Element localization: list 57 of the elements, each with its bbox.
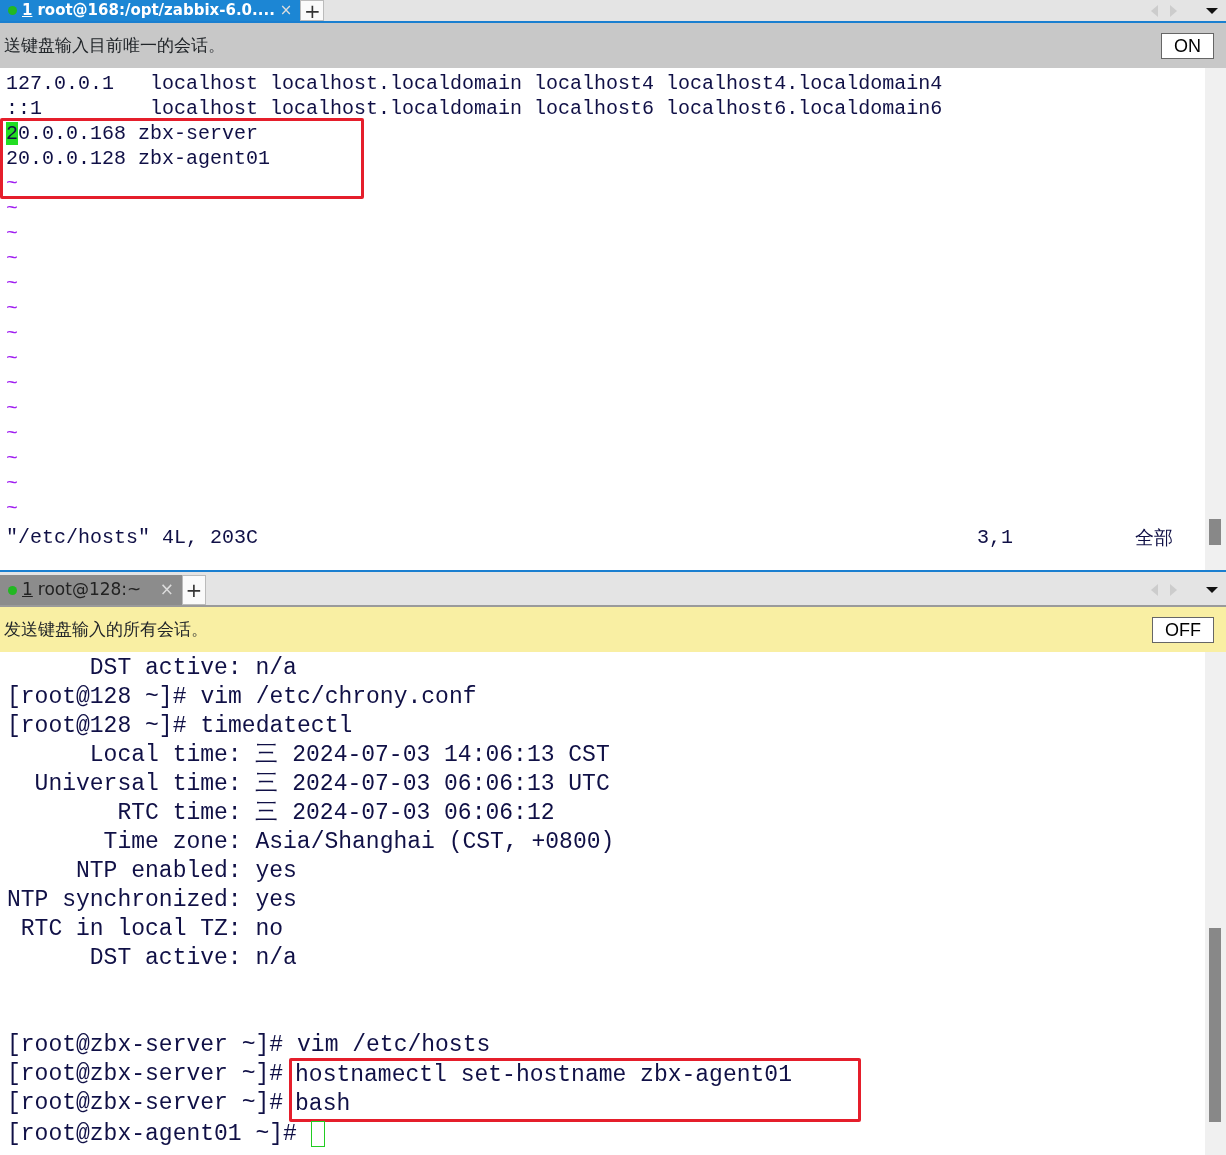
command-text: hostnamectl set-hostname zbx-agent01 <box>295 1062 792 1088</box>
file-line: ::1 localhost localhost.localdomain localhost6 localhost6.localdomain6 <box>6 97 943 120</box>
tilde-marker: ~ <box>6 197 18 220</box>
shell-prompt: [root@zbx-agent01 ~]# <box>7 1121 297 1147</box>
output-line: RTC time: 三 2024-07-03 06:06:12 <box>116 800 555 826</box>
file-line: 127.0.0.1 localhost localhost.localdomain localhost4 localhost4.localdomain4 <box>6 72 943 95</box>
tilde-marker: ~ <box>6 247 18 270</box>
broadcast-toggle-button[interactable]: ON <box>1161 32 1214 59</box>
output-line: DST active: n/a <box>88 945 297 971</box>
command-text: timedatectl <box>200 713 353 739</box>
new-tab-button[interactable]: + <box>300 0 325 21</box>
output-line: Local time: 三 2024-07-03 14:06:13 CST <box>88 742 610 768</box>
tab-scroll-icon[interactable] <box>1150 3 1220 18</box>
command-text: vim /etc/hosts <box>297 1032 491 1058</box>
session-tab[interactable]: 1 root@128:~ × <box>0 575 182 605</box>
shell-prompt: [root@zbx-server ~]# <box>7 1032 284 1058</box>
tilde-marker: ~ <box>6 497 18 520</box>
broadcast-message: 发送键盘输入的所有会话。 <box>4 617 208 641</box>
broadcast-toggle-button[interactable]: OFF <box>1152 616 1214 643</box>
tilde-marker: ~ <box>6 172 18 195</box>
scrollbar[interactable] <box>1205 652 1226 1155</box>
tab-title: root@168:/opt/zabbix-6.0.... <box>37 0 275 22</box>
output-line: Time zone: Asia/Shanghai (CST, +0800) <box>102 829 615 855</box>
tilde-marker: ~ <box>6 472 18 495</box>
cursor-position: 3,1 <box>977 525 1014 550</box>
tilde-marker: ~ <box>6 372 18 395</box>
tilde-marker: ~ <box>6 322 18 345</box>
tilde-marker: ~ <box>6 347 18 370</box>
tilde-marker: ~ <box>6 397 18 420</box>
file-line: 20.0.0.168 zbx-server <box>6 122 259 145</box>
scrollbar[interactable] <box>1205 68 1226 570</box>
shell-prompt: [root@128 ~]# <box>7 713 187 739</box>
command-text: vim /etc/chrony.conf <box>200 684 477 710</box>
tilde-marker: ~ <box>6 297 18 320</box>
tab-number: 1 <box>22 0 33 22</box>
status-message: "/etc/hosts" 4L, 203C <box>6 525 260 550</box>
output-line: RTC in local TZ: no <box>19 916 284 942</box>
session-tab[interactable]: 1 root@168:/opt/zabbix-6.0.... × <box>0 0 301 21</box>
tab-title: root@128:~ <box>37 578 142 602</box>
file-line: 20.0.0.128 zbx-agent01 <box>6 147 271 170</box>
shell-prompt: [root@128 ~]# <box>7 684 187 710</box>
tab-scroll-icon[interactable] <box>1150 583 1220 597</box>
scroll-position: 全部 <box>1135 525 1173 550</box>
shell-prompt: [root@zbx-server ~]# <box>7 1090 284 1116</box>
tilde-marker: ~ <box>6 447 18 470</box>
output-line: DST active: n/a <box>88 655 297 681</box>
tab-number: 1 <box>22 578 33 602</box>
broadcast-message: 送键盘输入目前唯一的会话。 <box>4 33 225 57</box>
tilde-marker: ~ <box>6 272 18 295</box>
shell-prompt: [root@zbx-server ~]# <box>7 1061 284 1087</box>
output-line: NTP synchronized: yes <box>7 887 297 913</box>
tilde-marker: ~ <box>6 422 18 445</box>
tilde-marker: ~ <box>6 222 18 245</box>
new-tab-button[interactable]: + <box>182 575 206 605</box>
output-line: Universal time: 三 2024-07-03 06:06:13 UTC <box>33 771 610 797</box>
output-line: NTP enabled: yes <box>75 858 297 884</box>
command-text: bash <box>295 1091 351 1117</box>
